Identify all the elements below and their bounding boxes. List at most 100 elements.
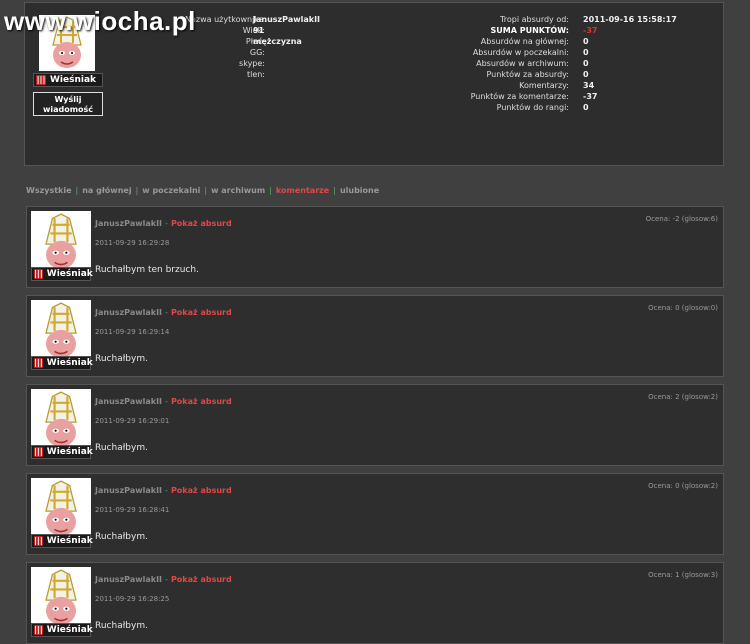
separator: - xyxy=(165,575,168,584)
comment-avatar[interactable] xyxy=(31,478,91,540)
rank-badge: ||| Wieśniak xyxy=(31,356,93,370)
rank-label: Wieśniak xyxy=(46,269,93,279)
comment-avatar[interactable] xyxy=(31,567,91,629)
stat-label: Tropi absurdy od: xyxy=(500,15,569,24)
stat-label: Absurdów w poczekalni: xyxy=(472,48,569,57)
filter-separator: | xyxy=(269,186,272,195)
comment-date: 2011-09-29 16:29:01 xyxy=(95,417,170,425)
filter-separator: | xyxy=(75,186,79,195)
profile-field-value: 91 xyxy=(253,26,265,35)
comment-avatar[interactable] xyxy=(31,300,91,362)
rank-label: Wieśniak xyxy=(46,447,93,457)
stat-value: -37 xyxy=(583,26,598,35)
profile-field-value xyxy=(253,69,320,80)
site-watermark: www.wiocha.pl xyxy=(4,6,196,36)
show-absurd-link[interactable]: Pokaż absurd xyxy=(171,219,232,228)
profile-field-value xyxy=(253,58,320,69)
stat-value: 2011-09-16 15:58:17 xyxy=(583,15,677,24)
rank-badge: ||| Wieśniak xyxy=(31,267,93,281)
stat-value: 0 xyxy=(583,103,589,112)
stat-value: 0 xyxy=(583,37,589,46)
pope-avatar-icon xyxy=(31,301,91,361)
rank-label: Wieśniak xyxy=(50,75,97,85)
comment-rating: Ocena: 1 (glosow:3) xyxy=(648,571,718,579)
rank-flag-icon: ||| xyxy=(36,75,46,85)
pope-avatar-icon xyxy=(31,479,91,539)
comment-header: JanuszPawlakII - Pokaż absurd xyxy=(95,486,232,495)
filter-tab[interactable]: na głównej xyxy=(82,186,131,195)
rank-flag-icon: ||| xyxy=(34,625,43,635)
separator: - xyxy=(165,397,168,406)
profile-left-values: JanuszPawlakII 91 mężczyzna xyxy=(253,14,320,80)
stat-label: Punktów do rangi: xyxy=(496,103,569,112)
filter-tab[interactable]: komentarze xyxy=(276,186,329,195)
comment-date: 2011-09-29 16:29:28 xyxy=(95,239,170,247)
rank-flag-icon: ||| xyxy=(34,447,43,457)
rank-label: Wieśniak xyxy=(46,358,93,368)
comment-header: JanuszPawlakII - Pokaż absurd xyxy=(95,575,232,584)
comment-author-link[interactable]: JanuszPawlakII xyxy=(95,486,162,495)
stat-label: SUMA PUNKTÓW: xyxy=(490,26,569,35)
filter-tab[interactable]: w poczekalni xyxy=(142,186,200,195)
profile-field-value xyxy=(253,47,320,58)
stat-label: Komentarzy: xyxy=(519,81,569,90)
comment-author-link[interactable]: JanuszPawlakII xyxy=(95,397,162,406)
rank-badge: ||| Wieśniak xyxy=(31,534,93,548)
comment-author-link[interactable]: JanuszPawlakII xyxy=(95,219,162,228)
comment-filter-tabs: Wszystkie | na głównej | w poczekalni | w arch… xyxy=(26,186,379,195)
rank-label: Wieśniak xyxy=(46,625,93,635)
separator: - xyxy=(165,486,168,495)
comment-author-link[interactable]: JanuszPawlakII xyxy=(95,308,162,317)
comment-avatar[interactable] xyxy=(31,389,91,451)
filter-tab[interactable]: Wszystkie xyxy=(26,186,72,195)
comment-rating: Ocena: 0 (glosow:2) xyxy=(648,482,718,490)
show-absurd-link[interactable]: Pokaż absurd xyxy=(171,486,232,495)
rank-badge: ||| Wieśniak xyxy=(31,445,93,459)
comment-rating: Ocena: 0 (glosow:0) xyxy=(648,304,718,312)
filter-tab[interactable]: ulubione xyxy=(340,186,379,195)
show-absurd-link[interactable]: Pokaż absurd xyxy=(171,397,232,406)
pope-avatar-icon xyxy=(31,212,91,272)
rank-badge: ||| Wieśniak xyxy=(31,623,93,637)
profile-field-value: mężczyzna xyxy=(253,37,302,46)
comment-author-link[interactable]: JanuszPawlakII xyxy=(95,575,162,584)
stat-value: -37 xyxy=(583,92,598,101)
pope-avatar-icon xyxy=(31,568,91,628)
send-message-button[interactable]: Wyślij wiadomość xyxy=(33,92,103,116)
rank-flag-icon: ||| xyxy=(34,536,43,546)
stat-label: Absurdów na głównej: xyxy=(480,37,569,46)
pope-avatar-icon xyxy=(31,390,91,450)
comment-item: ||| Wieśniak JanuszPawlakII - Pokaż absurd… xyxy=(26,384,724,466)
comment-item: ||| Wieśniak JanuszPawlakII - Pokaż absurd… xyxy=(26,206,724,288)
comment-rating: Ocena: -2 (glosow:6) xyxy=(645,215,718,223)
comment-avatar[interactable] xyxy=(31,211,91,273)
rank-badge: ||| Wieśniak xyxy=(33,73,103,87)
rank-label: Wieśniak xyxy=(46,536,93,546)
profile-stats-values: 2011-09-16 15:58:17 -37 0 0 0 0 34 -37 0 xyxy=(583,14,677,113)
comment-text: Ruchałbym ten brzuch. xyxy=(95,265,199,275)
comment-header: JanuszPawlakII - Pokaż absurd xyxy=(95,308,232,317)
comment-header: JanuszPawlakII - Pokaż absurd xyxy=(95,219,232,228)
profile-stats-labels: Tropi absurdy od: SUMA PUNKTÓW: Absurdów n… xyxy=(465,14,569,113)
filter-separator: | xyxy=(204,186,208,195)
stat-label: Absurdów w archiwum: xyxy=(476,59,569,68)
comment-date: 2011-09-29 16:28:25 xyxy=(95,595,170,603)
comment-text: Ruchałbym. xyxy=(95,532,148,542)
filter-separator: | xyxy=(333,186,336,195)
show-absurd-link[interactable]: Pokaż absurd xyxy=(171,575,232,584)
comment-text: Ruchałbym. xyxy=(95,621,148,631)
separator: - xyxy=(165,308,168,317)
stat-value: 0 xyxy=(583,70,589,79)
comment-date: 2011-09-29 16:28:41 xyxy=(95,506,170,514)
separator: - xyxy=(165,219,168,228)
stat-value: 0 xyxy=(583,59,589,68)
comment-rating: Ocena: 2 (glosow:2) xyxy=(648,393,718,401)
comment-item: ||| Wieśniak JanuszPawlakII - Pokaż absurd… xyxy=(26,295,724,377)
comment-item: ||| Wieśniak JanuszPawlakII - Pokaż absurd… xyxy=(26,473,724,555)
filter-tab[interactable]: w archiwum xyxy=(211,186,265,195)
filter-separator: | xyxy=(135,186,139,195)
comment-header: JanuszPawlakII - Pokaż absurd xyxy=(95,397,232,406)
show-absurd-link[interactable]: Pokaż absurd xyxy=(171,308,232,317)
rank-flag-icon: ||| xyxy=(34,269,43,279)
profile-field-value: JanuszPawlakII xyxy=(253,15,321,24)
